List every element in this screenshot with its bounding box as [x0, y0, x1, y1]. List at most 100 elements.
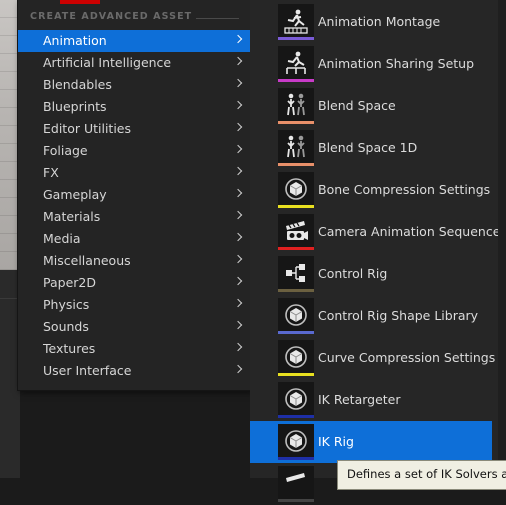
category-item-animation[interactable]: Animation [18, 30, 251, 52]
chevron-right-icon [233, 188, 243, 198]
asset-type-color-bar [278, 373, 314, 376]
asset-type-color-bar [278, 79, 314, 82]
asset-item-label: Blend Space [318, 98, 396, 113]
section-header: CREATE ADVANCED ASSET [30, 11, 193, 22]
category-item-blendables[interactable]: Blendables [18, 74, 251, 96]
asset-item-label: Camera Animation Sequence [318, 224, 501, 239]
category-item-label: Editor Utilities [43, 121, 132, 136]
asset-item-camera-animation-sequence[interactable]: Camera Animation Sequence [250, 211, 501, 253]
asset-type-color-bar [278, 121, 314, 124]
asset-type-color-bar [278, 205, 314, 208]
chevron-right-icon [233, 166, 243, 176]
asset-item-label: Blend Space 1D [318, 140, 418, 155]
asset-item-ik-retargeter[interactable]: IK Retargeter [250, 379, 498, 421]
chevron-right-icon [233, 232, 243, 242]
asset-item-curve-compression-settings[interactable]: Curve Compression Settings [250, 337, 498, 379]
chevron-right-icon [233, 78, 243, 88]
category-item-label: Physics [43, 297, 90, 312]
asset-type-list: Animation Montage Animation Sharing Setup… [250, 1, 501, 505]
asset-thumbnail [278, 88, 314, 124]
category-item-foliage[interactable]: Foliage [18, 140, 251, 162]
asset-thumbnail [278, 46, 314, 82]
chevron-right-icon [233, 34, 243, 44]
create-asset-category-menu: CREATE ADVANCED ASSET Animation Artificia… [17, 0, 252, 391]
asset-type-color-bar [278, 247, 314, 250]
animation-asset-submenu: Animation Montage Animation Sharing Setup… [250, 0, 506, 502]
category-item-label: Artificial Intelligence [43, 55, 172, 70]
category-item-label: User Interface [43, 363, 132, 378]
chevron-right-icon [233, 144, 243, 154]
category-item-label: Miscellaneous [43, 253, 131, 268]
chevron-right-icon [233, 320, 243, 330]
category-item-paper2d[interactable]: Paper2D [18, 272, 251, 294]
category-item-editor-utilities[interactable]: Editor Utilities [18, 118, 251, 140]
asset-item-label: Animation Sharing Setup [318, 56, 475, 71]
category-item-sounds[interactable]: Sounds [18, 316, 251, 338]
asset-type-color-bar [278, 163, 314, 166]
asset-item-label: Bone Compression Settings [318, 182, 491, 197]
asset-item-label: Curve Compression Settings [318, 350, 496, 365]
asset-item-label: Control Rig [318, 266, 388, 281]
category-item-user-interface[interactable]: User Interface [18, 360, 251, 382]
asset-tooltip: Defines a set of IK Solvers and [337, 460, 506, 490]
asset-thumbnail [278, 130, 314, 166]
asset-item-bone-compression-settings[interactable]: Bone Compression Settings [250, 169, 498, 211]
asset-thumbnail [278, 424, 314, 460]
chevron-right-icon [233, 254, 243, 264]
asset-item-ik-rig[interactable]: IK Rig [250, 421, 492, 463]
category-item-label: Media [43, 231, 81, 246]
chevron-right-icon [233, 122, 243, 132]
asset-item-blend-space-1d[interactable]: Blend Space 1D [250, 127, 498, 169]
category-item-label: Textures [43, 341, 96, 356]
asset-type-color-bar [278, 331, 314, 334]
category-item-miscellaneous[interactable]: Miscellaneous [18, 250, 251, 272]
asset-thumbnail [278, 4, 314, 40]
asset-thumbnail [278, 256, 314, 292]
asset-type-color-bar [278, 457, 314, 460]
asset-item-label: IK Rig [318, 434, 354, 449]
category-item-label: Animation [43, 33, 107, 48]
chevron-right-icon [233, 276, 243, 286]
category-item-fx[interactable]: FX [18, 162, 251, 184]
asset-thumbnail [278, 172, 314, 208]
chevron-right-icon [233, 342, 243, 352]
submenu-scrollbar[interactable] [498, 0, 506, 478]
category-item-blueprints[interactable]: Blueprints [18, 96, 251, 118]
category-item-label: Blendables [43, 77, 112, 92]
category-item-label: Blueprints [43, 99, 107, 114]
chevron-right-icon [233, 298, 243, 308]
category-item-artificial-intelligence[interactable]: Artificial Intelligence [18, 52, 251, 74]
asset-type-color-bar [278, 37, 314, 40]
asset-type-color-bar [278, 289, 314, 292]
category-item-physics[interactable]: Physics [18, 294, 251, 316]
asset-item-control-rig[interactable]: Control Rig [250, 253, 498, 295]
chevron-right-icon [233, 364, 243, 374]
asset-thumbnail [278, 214, 314, 250]
asset-thumbnail [278, 298, 314, 334]
category-item-label: Materials [43, 209, 101, 224]
category-item-label: Paper2D [43, 275, 96, 290]
asset-item-label: IK Retargeter [318, 392, 401, 407]
category-item-materials[interactable]: Materials [18, 206, 251, 228]
category-item-gameplay[interactable]: Gameplay [18, 184, 251, 206]
category-item-label: FX [43, 165, 59, 180]
asset-item-control-rig-shape-library[interactable]: Control Rig Shape Library [250, 295, 498, 337]
asset-item-blend-space[interactable]: Blend Space [250, 85, 498, 127]
asset-type-color-bar [278, 415, 314, 418]
chevron-right-icon [233, 100, 243, 110]
category-item-textures[interactable]: Textures [18, 338, 251, 360]
chevron-right-icon [233, 56, 243, 66]
asset-type-color-bar [278, 499, 314, 502]
category-item-media[interactable]: Media [18, 228, 251, 250]
category-item-label: Foliage [43, 143, 88, 158]
chevron-right-icon [233, 210, 243, 220]
category-item-label: Gameplay [43, 187, 107, 202]
asset-thumbnail [278, 466, 314, 502]
asset-thumbnail [278, 340, 314, 376]
asset-item-label: Animation Montage [318, 14, 441, 29]
category-list: Animation Artificial Intelligence Blendabl… [18, 30, 251, 382]
asset-item-animation-sharing-setup[interactable]: Animation Sharing Setup [250, 43, 498, 85]
category-item-label: Sounds [43, 319, 89, 334]
asset-item-animation-montage[interactable]: Animation Montage [250, 1, 498, 43]
menu-accent-tab [60, 0, 100, 4]
